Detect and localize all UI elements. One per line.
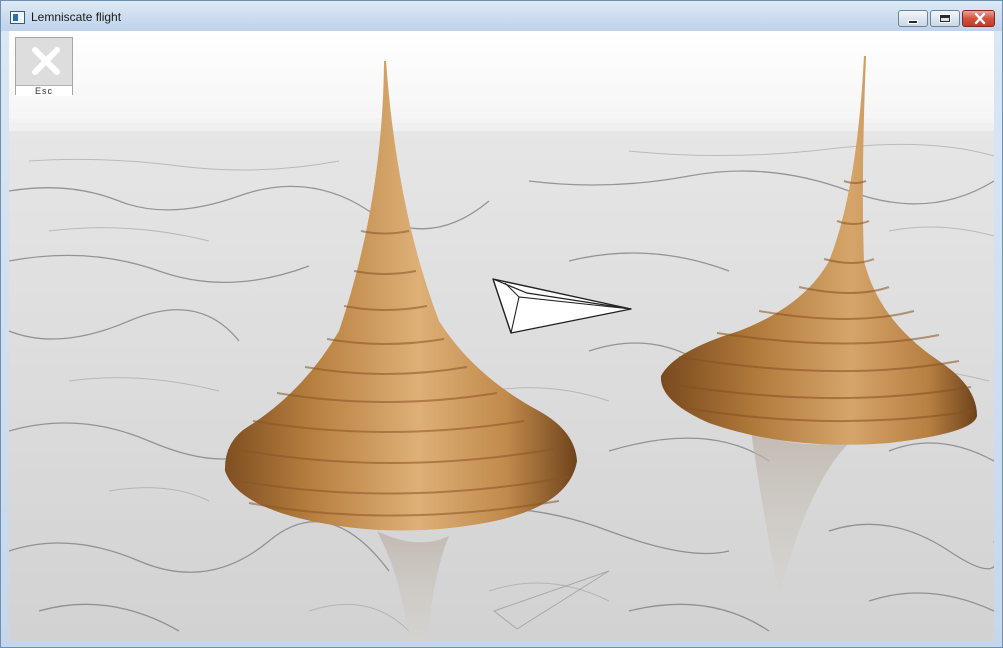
maximize-icon <box>939 14 951 23</box>
close-icon <box>974 12 986 25</box>
app-icon[interactable] <box>10 11 25 24</box>
app-window: Lemniscate flight Esc <box>0 0 1003 648</box>
viewport-3d[interactable]: Esc <box>9 31 994 641</box>
window-title: Lemniscate flight <box>31 10 122 24</box>
close-x-icon <box>32 47 60 75</box>
esc-button[interactable]: Esc <box>15 37 73 96</box>
scene-canvas[interactable] <box>9 31 994 641</box>
sky <box>9 31 994 131</box>
maximize-button[interactable] <box>930 10 960 27</box>
title-bar[interactable]: Lemniscate flight <box>1 1 1002 31</box>
esc-label: Esc <box>16 85 72 96</box>
minimize-button[interactable] <box>898 10 928 27</box>
close-button[interactable] <box>962 10 995 27</box>
minimize-icon <box>909 21 917 23</box>
